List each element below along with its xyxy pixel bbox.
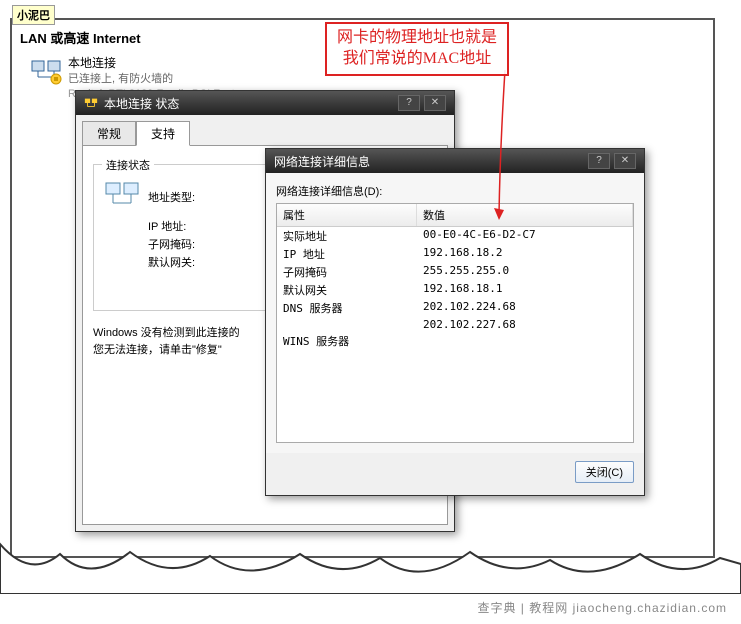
cell-value: 202.102.227.68: [417, 317, 633, 332]
cell-property: WINS 服务器: [277, 332, 417, 350]
cell-property: DNS 服务器: [277, 299, 417, 317]
cell-value: [417, 332, 633, 350]
list-label: 网络连接详细信息(D):: [276, 183, 634, 199]
cell-value: 00-E0-4C-E6-D2-C7: [417, 227, 633, 245]
tab-general[interactable]: 常规: [82, 121, 136, 146]
cell-property: IP 地址: [277, 245, 417, 263]
help-button[interactable]: ?: [398, 95, 420, 111]
col-header-value[interactable]: 数值: [417, 204, 633, 226]
list-row[interactable]: 实际地址00-E0-4C-E6-D2-C7: [277, 227, 633, 245]
close-button[interactable]: ✕: [424, 95, 446, 111]
network-connection-icon: [30, 55, 62, 87]
list-row[interactable]: DNS 服务器202.102.224.68: [277, 299, 633, 317]
cell-value: 255.255.255.0: [417, 263, 633, 281]
label-addr-type: 地址类型:: [148, 189, 228, 205]
tab-strip: 常规 支持: [82, 121, 448, 146]
cell-property: 实际地址: [277, 227, 417, 245]
torn-edge-decoration: [0, 534, 741, 594]
status-dialog-title: 本地连接 状态: [104, 95, 179, 112]
connection-name: 本地连接: [68, 55, 247, 72]
details-dialog: 网络连接详细信息 ? ✕ 网络连接详细信息(D): 属性 数值 实际地址00-E…: [265, 148, 645, 496]
list-row[interactable]: IP 地址192.168.18.2: [277, 245, 633, 263]
cell-property: 子网掩码: [277, 263, 417, 281]
help-button[interactable]: ?: [588, 153, 610, 169]
status-icon: [104, 177, 148, 216]
label-gateway: 默认网关:: [148, 254, 228, 270]
cell-property: [277, 317, 417, 332]
bottom-watermark: 查字典 | 教程网 jiaocheng.chazidian.com: [477, 599, 727, 616]
list-row[interactable]: 子网掩码255.255.255.0: [277, 263, 633, 281]
cell-value: 192.168.18.1: [417, 281, 633, 299]
details-dialog-title: 网络连接详细信息: [274, 153, 370, 170]
col-header-property[interactable]: 属性: [277, 204, 417, 226]
cell-value: 192.168.18.2: [417, 245, 633, 263]
tab-support[interactable]: 支持: [136, 121, 190, 146]
label-ip: IP 地址:: [148, 218, 228, 234]
details-dialog-titlebar[interactable]: 网络连接详细信息 ? ✕: [266, 149, 644, 173]
watermark-tag: 小泥巴: [12, 5, 55, 25]
dialog-icon: [84, 96, 98, 110]
listbox-header: 属性 数值: [277, 204, 633, 227]
close-button[interactable]: ✕: [614, 153, 636, 169]
connection-status: 已连接上, 有防火墙的: [68, 72, 247, 87]
label-subnet: 子网掩码:: [148, 236, 228, 252]
list-row[interactable]: WINS 服务器: [277, 332, 633, 350]
annotation-callout: 网卡的物理地址也就是 我们常说的MAC地址: [325, 22, 509, 76]
details-listbox[interactable]: 属性 数值 实际地址00-E0-4C-E6-D2-C7IP 地址192.168.…: [276, 203, 634, 443]
list-row[interactable]: 202.102.227.68: [277, 317, 633, 332]
list-row[interactable]: 默认网关192.168.18.1: [277, 281, 633, 299]
close-details-button[interactable]: 关闭(C): [575, 461, 634, 483]
cell-value: 202.102.224.68: [417, 299, 633, 317]
status-dialog-titlebar[interactable]: 本地连接 状态 ? ✕: [76, 91, 454, 115]
group-label: 连接状态: [102, 157, 154, 173]
cell-property: 默认网关: [277, 281, 417, 299]
